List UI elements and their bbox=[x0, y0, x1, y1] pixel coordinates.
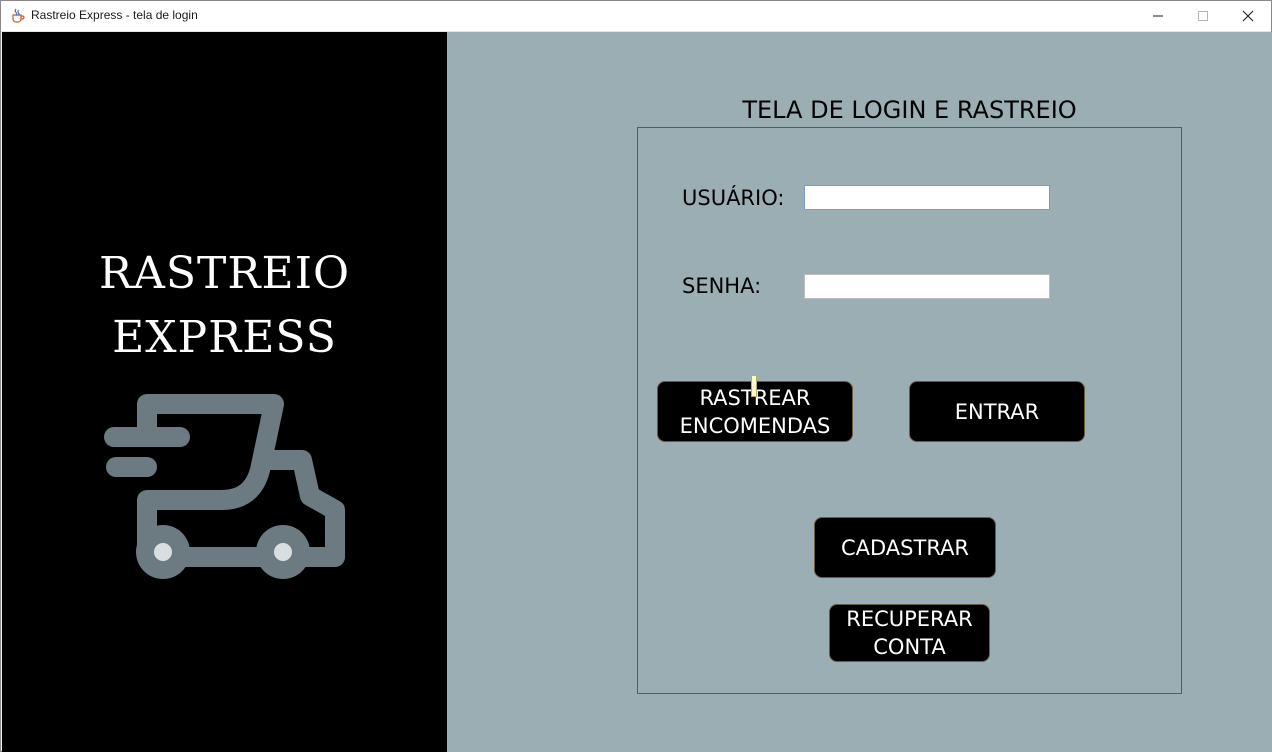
password-input[interactable] bbox=[804, 274, 1050, 299]
username-input[interactable] bbox=[804, 185, 1050, 210]
title-bar[interactable]: Rastreio Express - tela de login bbox=[1, 1, 1271, 32]
mouse-cursor bbox=[751, 375, 757, 397]
login-panel: TELA DE LOGIN E RASTREIO USUÁRIO: SENHA:… bbox=[447, 32, 1272, 752]
minimize-button[interactable] bbox=[1135, 1, 1181, 31]
recover-account-button[interactable]: RECUPERAR CONTA bbox=[829, 604, 990, 662]
page-title: TELA DE LOGIN E RASTREIO bbox=[742, 96, 1077, 124]
password-label: SENHA: bbox=[682, 274, 762, 298]
username-label: USUÁRIO: bbox=[682, 186, 785, 210]
java-cup-icon bbox=[10, 8, 25, 23]
brand-line-1: RASTREIO bbox=[98, 248, 351, 299]
close-button[interactable] bbox=[1225, 1, 1271, 31]
register-button[interactable]: CADASTRAR bbox=[814, 517, 996, 578]
brand-name: RASTREIO EXPRESS bbox=[2, 242, 447, 370]
maximize-icon bbox=[1198, 11, 1208, 21]
brand-panel: RASTREIO EXPRESS bbox=[2, 32, 447, 752]
close-icon bbox=[1242, 10, 1254, 22]
brand-line-2: EXPRESS bbox=[112, 312, 337, 363]
app-window: Rastreio Express - tela de login RASTREI… bbox=[0, 0, 1272, 752]
window-title: Rastreio Express - tela de login bbox=[31, 8, 198, 22]
delivery-truck-icon bbox=[104, 394, 345, 579]
minimize-icon bbox=[1153, 15, 1163, 17]
maximize-button[interactable] bbox=[1180, 1, 1226, 31]
enter-button[interactable]: ENTRAR bbox=[909, 381, 1085, 442]
login-form: USUÁRIO: SENHA: RASTREAR ENCOMENDAS ENTR… bbox=[637, 127, 1182, 694]
